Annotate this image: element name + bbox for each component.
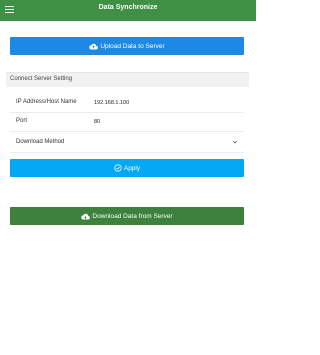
port-label: Port	[16, 118, 28, 124]
data-synchronize-screen: Data Synchronize Upload Data to Server C…	[0, 0, 256, 355]
download-data-button[interactable]: Download Data from Server	[10, 207, 244, 225]
cloud-download-icon	[81, 213, 91, 220]
chevron-down-icon	[232, 140, 238, 144]
port-input[interactable]	[94, 116, 234, 127]
top-app-bar: Data Synchronize	[0, 0, 256, 21]
apply-button-label: Apply	[123, 164, 141, 172]
download-method-label: Download Method	[16, 139, 65, 145]
connect-server-setting-header: Connect Server Setting	[6, 72, 249, 87]
ip-address-row: IP Address/Host Name	[10, 94, 244, 113]
check-circle-icon	[114, 164, 122, 172]
upload-data-button[interactable]: Upload Data to Server	[10, 37, 244, 55]
section-title: Connect Server Setting	[10, 76, 73, 82]
page-title: Data Synchronize	[98, 4, 158, 11]
cloud-upload-icon	[89, 43, 99, 50]
apply-button[interactable]: Apply	[10, 159, 244, 177]
ip-address-input[interactable]	[94, 97, 234, 108]
port-row: Port	[10, 113, 244, 132]
ip-address-label: IP Address/Host Name	[16, 99, 77, 105]
upload-button-label: Upload Data to Server	[100, 42, 165, 50]
download-button-label: Download Data from Server	[92, 212, 173, 220]
download-method-select[interactable]: Download Method	[10, 134, 244, 153]
